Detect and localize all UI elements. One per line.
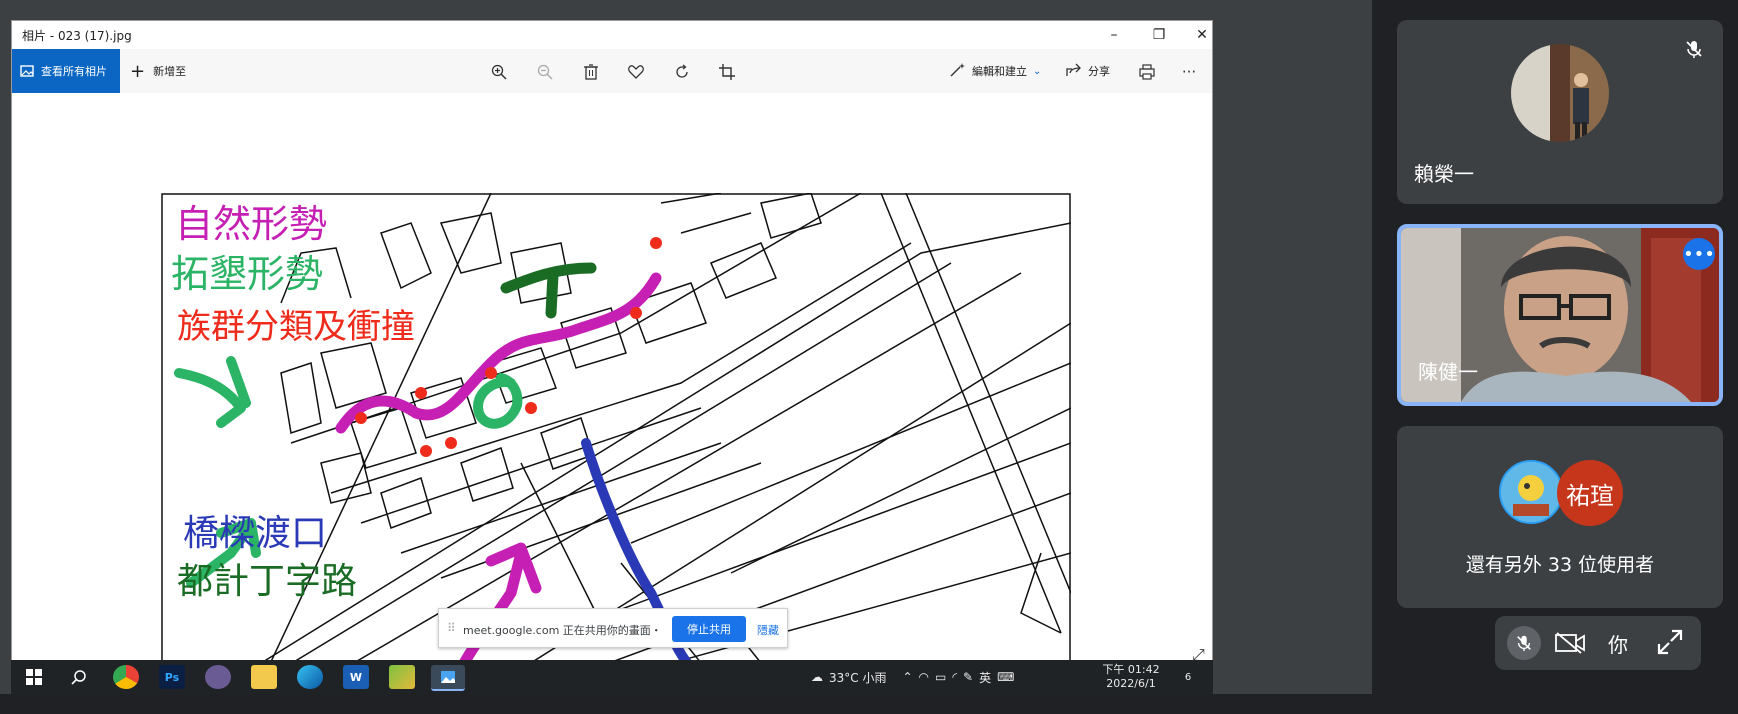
camera-off-icon[interactable]	[1555, 631, 1585, 659]
add-to-button[interactable]: + 新增至	[130, 49, 186, 93]
add-to-label: 新增至	[153, 65, 187, 78]
clock-time: 下午 01:42	[1102, 663, 1160, 676]
share-icon	[1066, 63, 1082, 80]
file-explorer-icon[interactable]	[251, 665, 277, 689]
participant-name: 陳健一	[1418, 360, 1478, 384]
chevron-down-icon: ⌄	[1033, 65, 1042, 77]
avatar	[1511, 44, 1609, 142]
map-label-reclaim: 拓墾形勢	[171, 252, 323, 296]
notification-count: 6	[1184, 671, 1192, 683]
stop-sharing-button[interactable]: 停止共用	[672, 616, 746, 642]
share-button[interactable]: 分享	[1066, 49, 1110, 93]
avatar	[1499, 460, 1563, 524]
photo-gallery-icon	[20, 65, 34, 77]
photos-toolbar: 查看所有相片 + 新增至 編輯和建立 ⌄ 分享 ···	[12, 49, 1212, 93]
expand-icon[interactable]	[1657, 629, 1683, 659]
clock-date: 2022/6/1	[1106, 677, 1156, 690]
restore-button[interactable]: ❐	[1137, 21, 1181, 49]
delete-icon[interactable]	[580, 61, 602, 83]
windows-start-icon[interactable]	[21, 665, 47, 689]
chrome-icon[interactable]	[113, 665, 139, 689]
title-bar: 相片 - 023 (17).jpg – ❐ ✕	[12, 21, 1212, 49]
plus-icon: +	[130, 60, 146, 82]
search-icon[interactable]	[66, 665, 92, 689]
rotate-icon[interactable]	[671, 61, 693, 83]
crop-icon[interactable]	[716, 61, 738, 83]
sharing-message: meet.google.com 正在共用你的畫面・	[463, 624, 662, 637]
chevron-up-icon[interactable]: ⌃	[902, 670, 912, 684]
edit-wand-icon	[950, 62, 966, 80]
drag-handle-icon[interactable]: ⠿	[447, 621, 456, 635]
participant-tile-active[interactable]: ••• 陳健一	[1397, 224, 1723, 406]
keyboard-icon[interactable]: ⌨	[997, 670, 1014, 684]
app-icon[interactable]	[389, 665, 415, 689]
minimize-button[interactable]: –	[1092, 21, 1136, 49]
system-tray: ☁ 33°C 小雨 ⌃ ◠ ▭ ◜ ✎ 英 ⌨	[811, 660, 1014, 694]
paint-icon[interactable]	[205, 665, 231, 689]
battery-icon[interactable]: ▭	[935, 670, 946, 684]
window-title: 相片 - 023 (17).jpg	[22, 29, 132, 43]
self-label: 你	[1608, 633, 1628, 657]
more-options-icon[interactable]: ···	[1178, 61, 1200, 83]
photos-window: 相片 - 023 (17).jpg – ❐ ✕ 查看所有相片 + 新增至 編輯和…	[11, 20, 1213, 688]
shared-screen: 相片 - 023 (17).jpg – ❐ ✕ 查看所有相片 + 新增至 編輯和…	[0, 0, 1372, 694]
wifi-icon[interactable]: ◜	[952, 670, 957, 684]
map-label-bridge: 橋樑渡口	[183, 513, 327, 554]
map-label-ethnic: 族群分類及衝撞	[177, 307, 415, 347]
ime-label[interactable]: 英	[979, 669, 991, 686]
view-all-label: 查看所有相片	[41, 65, 107, 78]
self-view-controls: 你	[1495, 616, 1701, 670]
photos-app-icon[interactable]	[431, 665, 465, 691]
others-tile[interactable]: 祐瑄 還有另外 33 位使用者	[1397, 426, 1723, 608]
more-options-icon[interactable]: •••	[1683, 238, 1715, 270]
close-button[interactable]: ✕	[1180, 21, 1224, 49]
weather-text[interactable]: 33°C 小雨	[829, 669, 886, 686]
weather-icon: ☁	[811, 670, 823, 684]
view-all-photos-button[interactable]: 查看所有相片	[12, 49, 120, 93]
taskbar-clock[interactable]: 下午 01:42 2022/6/1	[1096, 663, 1166, 691]
edge-icon[interactable]	[297, 665, 323, 689]
print-icon[interactable]	[1136, 61, 1158, 83]
others-count: 還有另外 33 位使用者	[1465, 554, 1655, 576]
heart-icon[interactable]	[625, 61, 647, 83]
word-icon[interactable]: W	[343, 665, 369, 689]
network-icon[interactable]: ◠	[919, 670, 929, 684]
photoshop-icon[interactable]: Ps	[159, 665, 185, 689]
map-label-urban: 都計丁字路	[177, 561, 357, 602]
participant-name: 賴榮一	[1414, 162, 1474, 186]
notification-icon[interactable]: 6	[1176, 666, 1200, 688]
share-label: 分享	[1088, 65, 1110, 78]
screen-share-banner: ⠿ meet.google.com 正在共用你的畫面・ 停止共用 隱藏	[438, 608, 788, 648]
participant-tile[interactable]: 賴榮一	[1397, 20, 1723, 204]
avatar: 祐瑄	[1557, 460, 1623, 526]
edit-create-label: 編輯和建立	[972, 65, 1027, 78]
image-viewer: 自然形勢 拓墾形勢 族群分類及衝撞 橋樑渡口 都計丁字路	[12, 93, 1212, 688]
pen-icon[interactable]: ✎	[963, 670, 973, 684]
map-label-natural: 自然形勢	[175, 202, 327, 246]
zoom-in-icon[interactable]	[488, 61, 510, 83]
mic-off-icon[interactable]	[1507, 626, 1541, 660]
mic-off-icon	[1677, 32, 1711, 66]
hide-button[interactable]: 隱藏	[757, 622, 779, 638]
zoom-out-icon[interactable]	[534, 61, 556, 83]
edit-create-button[interactable]: 編輯和建立 ⌄	[950, 49, 1041, 93]
windows-taskbar: Ps W ☁ 33°C 小雨 ⌃ ◠ ▭ ◜ ✎ 英 ⌨ 下午 01:42 20…	[11, 660, 1213, 694]
